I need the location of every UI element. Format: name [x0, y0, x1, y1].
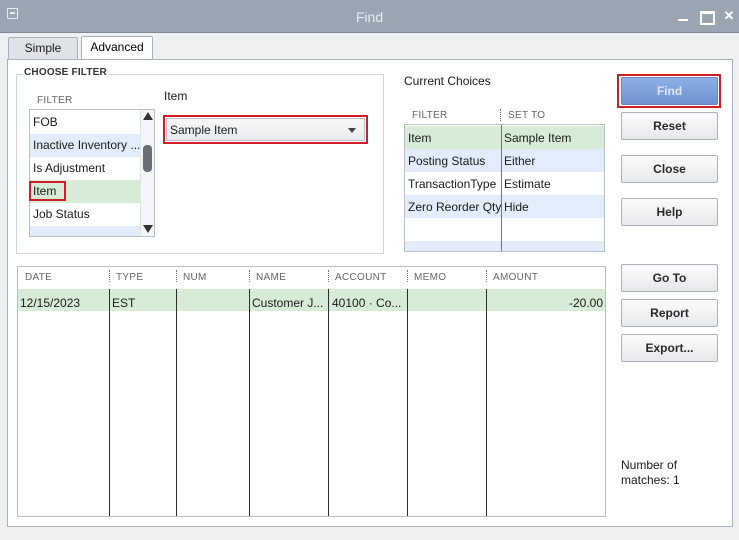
tab-advanced[interactable]: Advanced — [81, 36, 153, 60]
go-to-button-label: Go To — [652, 271, 687, 285]
item-filter-label: Item — [164, 89, 188, 103]
export-button[interactable]: Export... — [621, 334, 718, 362]
col-header-date[interactable]: DATE — [25, 272, 52, 283]
col-header-amount[interactable]: AMOUNT — [493, 272, 538, 283]
column-divider — [109, 289, 110, 516]
header-separator[interactable] — [407, 270, 410, 282]
current-choices-title: Current Choices — [404, 74, 491, 88]
header-separator[interactable] — [486, 270, 489, 282]
export-button-label: Export... — [645, 341, 694, 355]
cell-type: EST — [112, 296, 136, 310]
cc-set-to-cell: Sample Item — [504, 131, 572, 145]
matches-line-2: matches: 1 — [621, 473, 680, 487]
item-dropdown[interactable]: Sample Item — [166, 118, 365, 141]
column-divider — [501, 125, 502, 251]
col-header-memo[interactable]: MEMO — [414, 272, 446, 283]
help-button-label: Help — [656, 205, 683, 219]
current-choices-table[interactable]: Item Sample Item Posting Status Either T… — [404, 124, 605, 252]
cc-filter-cell: Posting Status — [408, 154, 486, 168]
filter-list-item[interactable]: Is Adjustment — [30, 157, 141, 180]
cc-set-to-cell: Hide — [504, 200, 529, 214]
current-choices-row[interactable]: Zero Reorder Qty Hide — [405, 195, 604, 218]
col-header-name[interactable]: NAME — [256, 272, 286, 283]
cc-set-to-cell: Estimate — [504, 177, 551, 191]
filter-list-item[interactable]: Job Status — [30, 203, 141, 226]
scroll-down-arrow-icon[interactable] — [143, 225, 153, 233]
header-separator[interactable] — [176, 270, 179, 282]
col-header-account[interactable]: ACCOUNT — [335, 272, 387, 283]
cc-set-to-cell: Either — [504, 154, 536, 168]
tab-simple-label: Simple — [24, 41, 62, 55]
choose-filter-label: CHOOSE FILTER — [22, 67, 109, 78]
find-button-label: Find — [656, 84, 683, 98]
close-button-label: Close — [653, 162, 686, 176]
item-highlight-box — [29, 181, 66, 201]
cc-filter-cell: TransactionType — [408, 177, 497, 191]
col-header-type[interactable]: TYPE — [116, 272, 143, 283]
column-divider — [249, 289, 250, 516]
matches-count: Number of matches: 1 — [621, 458, 680, 488]
reset-button[interactable]: Reset — [621, 112, 718, 140]
filter-list[interactable]: FOB Inactive Inventory ... Is Adjustment… — [29, 109, 155, 237]
filter-column-label: FILTER — [37, 95, 73, 106]
tab-simple[interactable]: Simple — [8, 37, 78, 59]
cell-account: 40100 · Co... — [332, 296, 402, 310]
header-separator[interactable] — [109, 270, 112, 282]
reset-button-label: Reset — [653, 119, 686, 133]
title-bar: Find ✕ — [0, 0, 739, 33]
cc-filter-cell: Zero Reorder Qty — [408, 200, 502, 214]
column-divider — [328, 289, 329, 516]
header-separator[interactable] — [328, 270, 331, 282]
go-to-button[interactable]: Go To — [621, 264, 718, 292]
filter-list-item[interactable]: Inactive Inventory ... — [30, 134, 141, 157]
current-choices-row[interactable]: Item Sample Item — [405, 126, 604, 149]
tab-advanced-label: Advanced — [90, 40, 144, 54]
current-choices-header-filter: FILTER — [412, 110, 448, 121]
scrollbar-thumb[interactable] — [143, 145, 152, 172]
report-button[interactable]: Report — [621, 299, 718, 327]
report-button-label: Report — [650, 306, 689, 320]
current-choices-row — [405, 241, 604, 251]
column-divider — [486, 289, 487, 516]
minimize-icon[interactable] — [675, 9, 691, 23]
col-header-num[interactable]: NUM — [183, 272, 207, 283]
filter-list-scrollbar[interactable] — [140, 110, 154, 236]
cc-filter-cell: Item — [408, 131, 432, 145]
matches-line-1: Number of — [621, 458, 678, 472]
chevron-down-icon — [348, 128, 356, 133]
help-button[interactable]: Help — [621, 198, 718, 226]
cell-amount: -20.00 — [569, 296, 604, 310]
current-choices-header-set-to: SET TO — [508, 110, 546, 121]
current-choices-row[interactable]: Posting Status Either — [405, 149, 604, 172]
find-button[interactable]: Find — [621, 77, 718, 105]
cell-date: 12/15/2023 — [20, 296, 81, 310]
column-divider — [176, 289, 177, 516]
column-divider — [407, 289, 408, 516]
results-table[interactable]: DATE TYPE NUM NAME ACCOUNT MEMO AMOUNT 1… — [17, 266, 606, 517]
current-choices-row[interactable]: TransactionType Estimate — [405, 172, 604, 195]
close-icon[interactable]: ✕ — [721, 9, 737, 23]
filter-list-item[interactable] — [30, 226, 141, 236]
close-button[interactable]: Close — [621, 155, 718, 183]
current-choices-row — [405, 218, 604, 241]
window-title: Find — [355, 9, 384, 25]
scroll-up-arrow-icon[interactable] — [143, 112, 153, 120]
header-separator — [500, 109, 503, 121]
header-separator[interactable] — [249, 270, 252, 282]
item-dropdown-value: Sample Item — [170, 123, 238, 137]
maximize-icon[interactable] — [698, 9, 715, 25]
cell-name: Customer J... — [252, 296, 324, 310]
filter-list-item[interactable]: FOB — [30, 111, 141, 134]
